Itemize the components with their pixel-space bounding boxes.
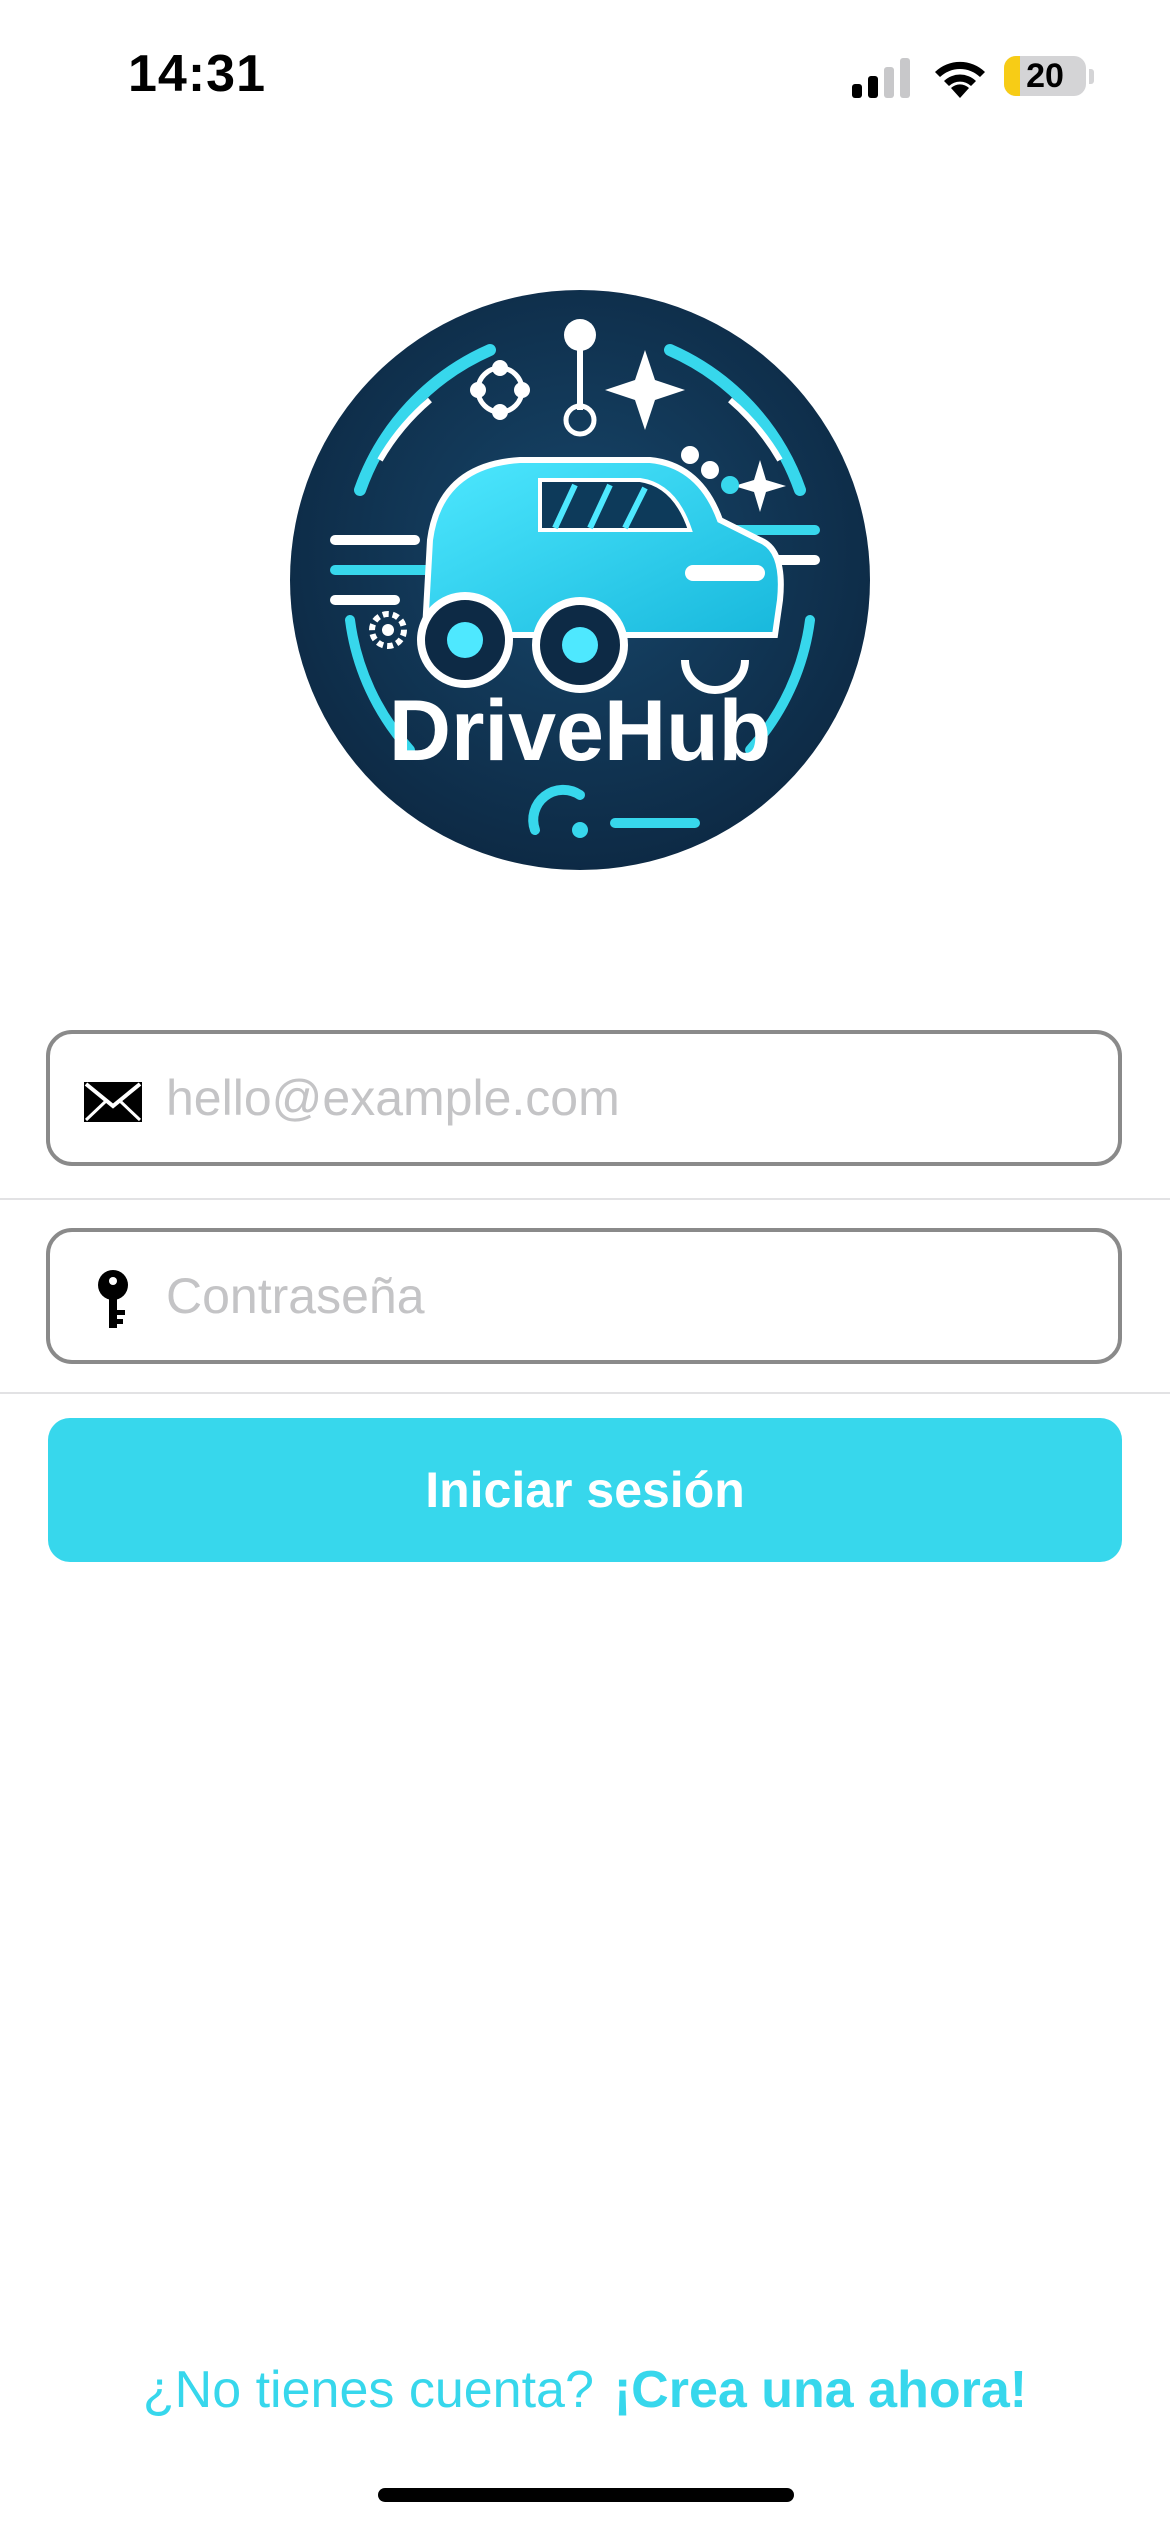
status-time: 14:31 (128, 45, 266, 103)
signup-prompt-text: ¿No tienes cuenta? (142, 2361, 594, 2419)
login-button[interactable]: Iniciar sesión (48, 1418, 1122, 1562)
app-logo: DriveHub (290, 290, 870, 870)
signup-prompt: ¿No tienes cuenta? ¡Crea una ahora! (0, 2360, 1170, 2420)
envelope-icon (84, 1082, 142, 1122)
status-bar: 14:31 20 (0, 0, 1170, 150)
email-field[interactable] (46, 1030, 1122, 1166)
battery-cap (1089, 69, 1094, 84)
create-account-link[interactable]: ¡Crea una ahora! (614, 2361, 1027, 2419)
password-field[interactable] (46, 1228, 1122, 1364)
login-screen: 14:31 20 DriveHub hello@example.com Inic… (0, 0, 1170, 2532)
wifi-icon (935, 61, 985, 98)
key-icon (98, 1270, 128, 1328)
battery-level: 20 (1026, 57, 1064, 95)
signal-icon (852, 58, 910, 98)
divider (0, 1392, 1170, 1394)
battery-icon: 20 (1004, 56, 1086, 96)
password-input[interactable] (166, 1232, 1086, 1360)
logo-text: DriveHub (389, 683, 771, 779)
home-indicator[interactable] (378, 2488, 794, 2502)
divider (0, 1198, 1170, 1200)
email-input[interactable] (166, 1034, 1086, 1162)
